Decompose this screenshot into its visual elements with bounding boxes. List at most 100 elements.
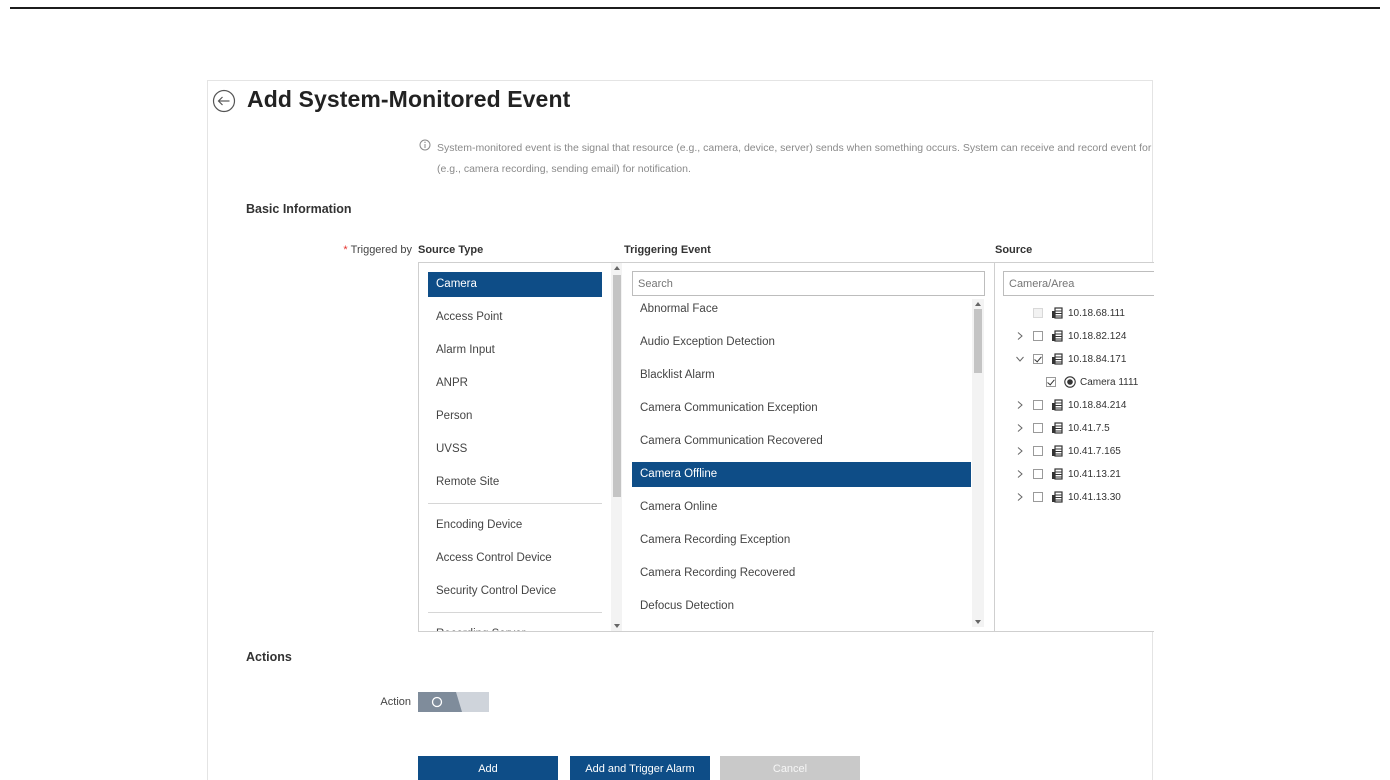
source-type-person[interactable]: Person [428, 404, 602, 429]
chevron-right-icon[interactable] [1015, 400, 1025, 410]
tree-checkbox[interactable] [1033, 331, 1043, 341]
back-arrow-icon [212, 89, 236, 113]
tree-row[interactable]: 10.18.82.124 [1015, 326, 1126, 346]
event-camera-communication-recovered[interactable]: Camera Communication Recovered [632, 429, 971, 454]
scroll-up-icon[interactable] [614, 266, 620, 270]
chevron-right-icon[interactable] [1015, 423, 1025, 433]
tree-label: 10.41.13.30 [1068, 491, 1121, 503]
tree-label: 10.41.7.5 [1068, 422, 1110, 434]
tree-row[interactable]: 10.41.7.5 [1015, 418, 1110, 438]
camera-icon [1064, 376, 1076, 388]
chevron-down-icon[interactable] [1015, 354, 1025, 364]
required-mark: * [343, 244, 348, 256]
tree-checkbox [1033, 308, 1043, 318]
tree-checkbox[interactable] [1033, 469, 1043, 479]
tree-label: 10.41.7.165 [1068, 445, 1121, 457]
source-type-camera[interactable]: Camera [428, 272, 602, 297]
event-camera-recording-recovered[interactable]: Camera Recording Recovered [632, 561, 971, 586]
add-button[interactable]: Add [418, 756, 558, 780]
triggering-event-list: Abnormal Face Audio Exception Detection … [622, 262, 995, 632]
top-divider [10, 7, 1380, 9]
tree-row[interactable]: 10.41.7.165 [1015, 441, 1121, 461]
tree-checkbox[interactable] [1033, 354, 1043, 364]
scrollbar-thumb[interactable] [613, 275, 621, 497]
source-type-header: Source Type [418, 244, 484, 256]
event-blacklist-alarm[interactable]: Blacklist Alarm [632, 363, 971, 388]
scroll-up-icon[interactable] [975, 302, 981, 306]
event-camera-recording-exception[interactable]: Camera Recording Exception [632, 528, 971, 553]
tree-checkbox[interactable] [1046, 377, 1056, 387]
source-type-remote-site[interactable]: Remote Site [428, 470, 602, 495]
source-header: Source [995, 244, 1033, 256]
source-type-security-control-device[interactable]: Security Control Device [428, 579, 602, 604]
encoding-device-icon [1052, 491, 1063, 503]
source-type-anpr[interactable]: ANPR [428, 371, 602, 396]
event-abnormal-face[interactable]: Abnormal Face [632, 297, 971, 322]
event-camera-communication-exception[interactable]: Camera Communication Exception [632, 396, 971, 421]
source-type-alarm-input[interactable]: Alarm Input [428, 338, 602, 363]
cancel-button[interactable]: Cancel [720, 756, 860, 780]
action-label: Action [380, 696, 411, 708]
notice-line-1: System-monitored event is the signal tha… [437, 142, 1152, 154]
list-divider [428, 503, 602, 504]
tree-row[interactable]: 10.41.13.21 [1015, 464, 1121, 484]
event-defocus-detection[interactable]: Defocus Detection [632, 594, 971, 619]
tree-label: 10.18.84.171 [1068, 353, 1127, 365]
tree-row-camera[interactable]: Camera 1111 [1046, 372, 1138, 392]
scrollbar-thumb[interactable] [974, 309, 982, 373]
notice-line-2: (e.g., camera recording, sending email) … [437, 163, 691, 175]
encoding-device-icon [1052, 307, 1063, 319]
source-type-access-control-device[interactable]: Access Control Device [428, 546, 602, 571]
tree-label: 10.18.84.214 [1068, 399, 1127, 411]
source-type-uvss[interactable]: UVSS [428, 437, 602, 462]
encoding-device-icon [1052, 353, 1063, 365]
list-divider [428, 612, 602, 613]
encoding-device-icon [1052, 468, 1063, 480]
source-search-input[interactable] [1003, 271, 1154, 296]
actions-heading: Actions [246, 650, 292, 664]
event-camera-offline[interactable]: Camera Offline [632, 462, 971, 487]
info-icon [419, 139, 431, 151]
tree-label: 10.18.68.111 [1068, 307, 1125, 319]
scroll-down-icon[interactable] [975, 620, 981, 624]
source-type-access-point[interactable]: Access Point [428, 305, 602, 330]
triggered-by-label: * Triggered by [330, 244, 412, 256]
scroll-down-icon[interactable] [614, 624, 620, 628]
event-scrollbar[interactable] [972, 299, 984, 627]
triggering-event-header: Triggering Event [624, 244, 711, 256]
chevron-right-icon[interactable] [1015, 331, 1025, 341]
chevron-right-icon[interactable] [1015, 446, 1025, 456]
tree-checkbox[interactable] [1033, 492, 1043, 502]
tree-checkbox[interactable] [1033, 446, 1043, 456]
notice-text: System-monitored event is the signal tha… [437, 138, 1153, 180]
tree-row[interactable]: 10.18.68.111 [1015, 303, 1125, 323]
encoding-device-icon [1052, 422, 1063, 434]
event-search-input[interactable] [632, 271, 985, 296]
chevron-right-icon[interactable] [1015, 469, 1025, 479]
tree-checkbox[interactable] [1033, 400, 1043, 410]
event-camera-online[interactable]: Camera Online [632, 495, 971, 520]
encoding-device-icon [1052, 445, 1063, 457]
tree-row[interactable]: 10.18.84.214 [1015, 395, 1126, 415]
source-type-list: Camera Access Point Alarm Input ANPR Per… [418, 262, 623, 632]
basic-information-heading: Basic Information [246, 202, 352, 216]
tree-label: Camera 1111 [1080, 376, 1139, 388]
back-button[interactable] [212, 89, 236, 113]
tree-checkbox[interactable] [1033, 423, 1043, 433]
event-audio-exception-detection[interactable]: Audio Exception Detection [632, 330, 971, 355]
encoding-device-icon [1052, 330, 1063, 342]
source-tree-panel: 10.18.68.111 10.18.82.124 10.18.84.171 C… [994, 262, 1154, 632]
add-and-trigger-alarm-button[interactable]: Add and Trigger Alarm [570, 756, 710, 780]
action-toggle[interactable] [418, 692, 489, 712]
triggered-by-text: Triggered by [350, 244, 412, 256]
tree-row[interactable]: 10.18.84.171 [1015, 349, 1126, 369]
tree-label: 10.41.13.21 [1068, 468, 1121, 480]
source-type-encoding-device[interactable]: Encoding Device [428, 513, 602, 538]
tree-label: 10.18.82.124 [1068, 330, 1127, 342]
tree-row[interactable]: 10.41.13.30 [1015, 487, 1121, 507]
chevron-right-icon[interactable] [1015, 492, 1025, 502]
page-title: Add System-Monitored Event [247, 86, 571, 112]
encoding-device-icon [1052, 399, 1063, 411]
source-type-recording-server[interactable]: Recording Server [428, 622, 602, 631]
